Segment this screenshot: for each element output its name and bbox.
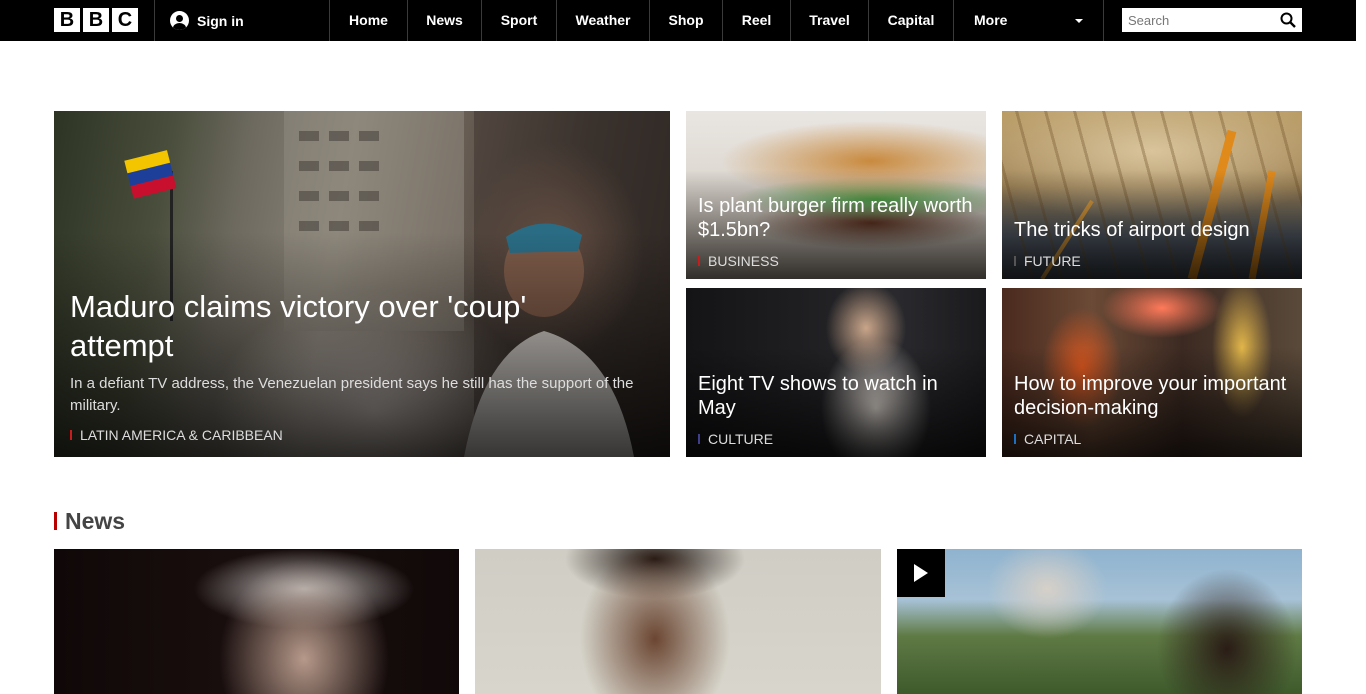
tag-color-bar xyxy=(70,430,72,440)
story-card-tv-shows[interactable]: Eight TV shows to watch in May CULTURE xyxy=(686,288,986,457)
hero-headline[interactable]: Maduro claims victory over 'coup' attemp… xyxy=(70,287,570,365)
hero-story-card[interactable]: Maduro claims victory over 'coup' attemp… xyxy=(54,111,670,457)
nav-divider xyxy=(1103,0,1104,41)
more-menu-button[interactable]: More xyxy=(954,0,1103,41)
hero-section-tag[interactable]: LATIN AMERICA & CARIBBEAN xyxy=(70,427,283,443)
news-card[interactable] xyxy=(475,549,881,694)
nav-capital[interactable]: Capital xyxy=(869,0,953,41)
sign-in-button[interactable]: Sign in xyxy=(170,0,244,41)
card-headline[interactable]: How to improve your important decision-m… xyxy=(1014,372,1290,420)
card-headline[interactable]: Eight TV shows to watch in May xyxy=(698,372,974,420)
search-box xyxy=(1122,8,1302,32)
card-section-tag[interactable]: CAPITAL xyxy=(1014,431,1081,447)
news-card[interactable] xyxy=(54,549,459,694)
logo-letter: B xyxy=(83,8,109,32)
search-icon[interactable] xyxy=(1280,12,1296,28)
bbc-logo[interactable]: B B C xyxy=(54,8,138,32)
user-icon xyxy=(170,11,189,30)
story-card-burger[interactable]: Is plant burger firm really worth $1.5bn… xyxy=(686,111,986,279)
nav-divider xyxy=(154,0,155,41)
search-input[interactable] xyxy=(1122,8,1272,32)
more-label: More xyxy=(974,12,1008,28)
chevron-down-icon xyxy=(1075,19,1083,23)
news-image xyxy=(475,549,881,694)
hero-tag-label: LATIN AMERICA & CARIBBEAN xyxy=(80,427,283,443)
nav-shop[interactable]: Shop xyxy=(650,0,722,41)
nav-sport[interactable]: Sport xyxy=(482,0,556,41)
top-navigation: B B C Sign in Home News Sport Weather Sh… xyxy=(0,0,1356,41)
news-image xyxy=(897,549,1302,694)
news-image xyxy=(54,549,459,694)
play-video-button[interactable] xyxy=(897,549,945,597)
sign-in-label: Sign in xyxy=(197,12,244,29)
news-card[interactable] xyxy=(897,549,1302,694)
card-tag-label: CULTURE xyxy=(708,431,774,447)
nav-reel[interactable]: Reel xyxy=(723,0,790,41)
card-section-tag[interactable]: BUSINESS xyxy=(698,253,779,269)
hero-summary: In a defiant TV address, the Venezuelan … xyxy=(70,375,634,414)
card-section-tag[interactable]: CULTURE xyxy=(698,431,773,447)
card-tag-label: FUTURE xyxy=(1024,253,1081,269)
tag-color-bar xyxy=(1014,434,1016,444)
tag-color-bar xyxy=(1014,256,1016,266)
logo-letter: C xyxy=(112,8,138,32)
card-headline[interactable]: The tricks of airport design xyxy=(1014,218,1290,242)
news-section-title[interactable]: News xyxy=(54,508,125,535)
nav-news[interactable]: News xyxy=(408,0,481,41)
tag-color-bar xyxy=(698,434,700,444)
card-headline[interactable]: Is plant burger firm really worth $1.5bn… xyxy=(698,194,974,242)
story-card-airport[interactable]: The tricks of airport design FUTURE xyxy=(1002,111,1302,279)
tag-color-bar xyxy=(698,256,700,266)
nav-weather[interactable]: Weather xyxy=(557,0,649,41)
nav-home[interactable]: Home xyxy=(330,0,407,41)
card-section-tag[interactable]: FUTURE xyxy=(1014,253,1081,269)
card-tag-label: CAPITAL xyxy=(1024,431,1082,447)
section-accent-bar xyxy=(54,512,57,530)
story-card-decision-making[interactable]: How to improve your important decision-m… xyxy=(1002,288,1302,457)
card-tag-label: BUSINESS xyxy=(708,253,779,269)
logo-letter: B xyxy=(54,8,80,32)
news-section-label: News xyxy=(65,508,126,534)
nav-travel[interactable]: Travel xyxy=(791,0,868,41)
